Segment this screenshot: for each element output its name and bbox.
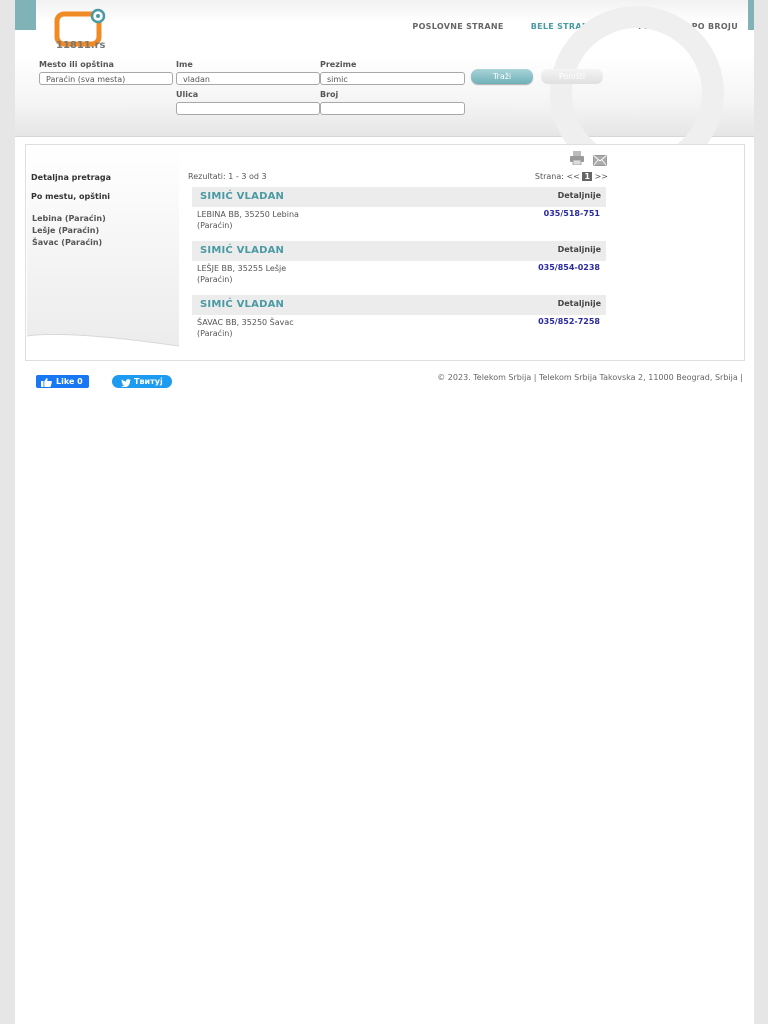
sidebar: Detaljna pretraga Po mestu, opštini Lebi… bbox=[27, 146, 179, 356]
pager-prev[interactable]: << bbox=[567, 172, 580, 181]
number-label: Broj bbox=[320, 90, 339, 99]
result-item: SIMIĆ VLADAN Detaljnije LEŠJE BB, 35255 … bbox=[192, 241, 606, 286]
header-accent-left bbox=[15, 0, 36, 30]
copyright-text: © 2023. Telekom Srbija | Telekom Srbija … bbox=[437, 373, 743, 382]
facebook-thumb-icon bbox=[41, 378, 52, 391]
results-panel: Detaljna pretraga Po mestu, opštini Lebi… bbox=[25, 144, 745, 361]
tweet-label: Твитуј bbox=[134, 377, 163, 386]
facebook-like-label: Like 0 bbox=[56, 377, 83, 386]
by-place-heading: Po mestu, opštini bbox=[31, 192, 110, 201]
result-item: SIMIĆ VLADAN Detaljnije ŠAVAC BB, 35250 … bbox=[192, 295, 606, 340]
result-address: LEBINA BB, 35250 Lebina (Paraćin) bbox=[197, 209, 327, 231]
name-label: Ime bbox=[176, 60, 193, 69]
sidebar-item-savac[interactable]: Šavac (Paraćin) bbox=[32, 238, 102, 247]
place-label: Mesto ili opština bbox=[39, 60, 114, 69]
pager-current-page: 1 bbox=[582, 172, 593, 181]
address-line: (Paraćin) bbox=[197, 221, 233, 230]
sidebar-item-lesje[interactable]: Lešje (Paraćin) bbox=[32, 226, 99, 235]
result-address: ŠAVAC BB, 35250 Šavac (Paraćin) bbox=[197, 317, 327, 339]
address-line: (Paraćin) bbox=[197, 275, 233, 284]
search-form: Mesto ili opština Paraćin (sva mesta) Im… bbox=[15, 6, 754, 180]
sidebar-item-lebina[interactable]: Lebina (Paraćin) bbox=[32, 214, 106, 223]
address-line: LEBINA BB, 35250 Lebina bbox=[197, 210, 299, 219]
street-input[interactable] bbox=[176, 102, 320, 115]
results-count: Rezultati: 1 - 3 od 3 bbox=[188, 172, 267, 181]
place-select[interactable]: Paraćin (sva mesta) bbox=[39, 72, 173, 85]
result-name[interactable]: SIMIĆ VLADAN bbox=[200, 299, 284, 310]
nav-business-pages[interactable]: POSLOVNE STRANE bbox=[412, 22, 503, 31]
pager-next[interactable]: >> bbox=[595, 172, 608, 181]
name-input[interactable]: vladan bbox=[176, 72, 320, 85]
mail-icon[interactable] bbox=[593, 151, 607, 170]
result-address: LEŠJE BB, 35255 Lešje (Paraćin) bbox=[197, 263, 327, 285]
logo-text: 11811.rs bbox=[56, 40, 106, 51]
footer: Like 0 Твитуј © 2023. Telekom Srbija | T… bbox=[15, 368, 754, 388]
header-accent-right bbox=[748, 0, 754, 30]
result-phone[interactable]: 035/518-751 bbox=[544, 209, 600, 218]
number-input[interactable] bbox=[320, 102, 465, 115]
details-link[interactable]: Detaljnije bbox=[558, 191, 601, 200]
result-name[interactable]: SIMIĆ VLADAN bbox=[200, 191, 284, 202]
result-item: SIMIĆ VLADAN Detaljnije LEBINA BB, 35250… bbox=[192, 187, 606, 232]
tweet-button[interactable]: Твитуј bbox=[112, 375, 172, 388]
detailed-search-link[interactable]: Detaljna pretraga bbox=[31, 173, 111, 182]
result-phone[interactable]: 035/852-7258 bbox=[538, 317, 600, 326]
pager-label: Strana: bbox=[534, 172, 564, 181]
address-line: LEŠJE BB, 35255 Lešje bbox=[197, 264, 287, 273]
sidebar-curl bbox=[27, 334, 179, 356]
search-button[interactable]: Traži bbox=[471, 69, 533, 84]
facebook-like-button[interactable]: Like 0 bbox=[36, 375, 89, 388]
page: 11811.rs POSLOVNE STRANE BELE STRANE | P… bbox=[15, 0, 754, 1024]
pagination: Strana: << 1 >> bbox=[535, 172, 608, 181]
print-icon[interactable] bbox=[570, 150, 584, 169]
street-label: Ulica bbox=[176, 90, 199, 99]
result-phone[interactable]: 035/854-0238 bbox=[538, 263, 600, 272]
result-name[interactable]: SIMIĆ VLADAN bbox=[200, 245, 284, 256]
surname-input[interactable]: simic bbox=[320, 72, 465, 85]
address-line: ŠAVAC BB, 35250 Šavac bbox=[197, 318, 294, 327]
twitter-bird-icon bbox=[121, 378, 131, 391]
address-line: (Paraćin) bbox=[197, 329, 233, 338]
surname-label: Prezime bbox=[320, 60, 357, 69]
details-link[interactable]: Detaljnije bbox=[558, 245, 601, 254]
reset-button[interactable]: Poništi bbox=[541, 69, 603, 84]
details-link[interactable]: Detaljnije bbox=[558, 299, 601, 308]
